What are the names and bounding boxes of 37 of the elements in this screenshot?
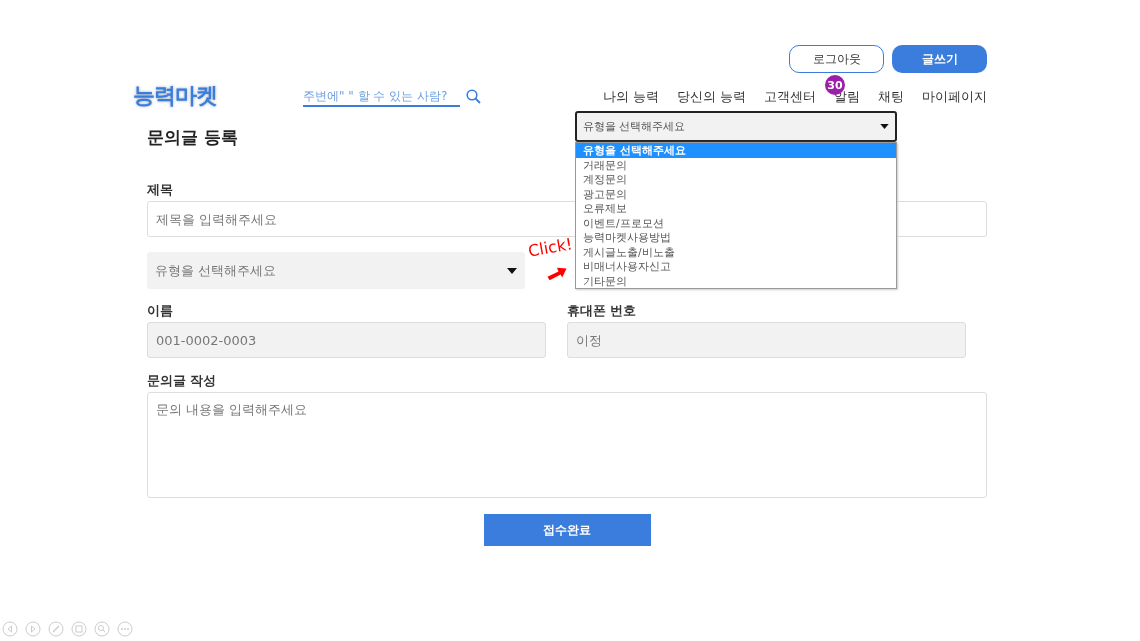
nav-link[interactable]: 마이페이지	[922, 89, 987, 104]
nav-link[interactable]: 나의 능력	[603, 89, 659, 104]
next-icon[interactable]	[25, 621, 41, 637]
caret-icon	[880, 124, 889, 129]
search-field[interactable]: 주변에" " 할 수 있는 사람?	[303, 85, 460, 107]
zoom-icon[interactable]	[94, 621, 110, 637]
field-label: 휴대폰 번호	[567, 304, 637, 318]
name-field[interactable]: 001-0002-0003	[147, 322, 546, 358]
logo[interactable]: 능력마켓	[133, 81, 233, 111]
type-select[interactable]: 유형을 선택해주세요	[575, 111, 897, 142]
content-field[interactable]: 문의 내용을 입력해주세요	[147, 392, 987, 498]
logout-button[interactable]: 로그아웃	[789, 45, 884, 73]
dropdown-option[interactable]: 거래문의	[576, 157, 896, 172]
field-label: 문의글 작성	[147, 374, 217, 388]
slides-icon[interactable]	[71, 621, 87, 637]
dropdown-option[interactable]: 계정문의	[576, 172, 896, 187]
category-select[interactable]: 유형을 선택해주세요	[147, 252, 525, 289]
pen-icon[interactable]	[48, 621, 64, 637]
nav-link[interactable]: 당신의 능력	[677, 89, 746, 104]
dropdown-option[interactable]: 이벤트/프로모션	[576, 215, 896, 230]
dropdown-option[interactable]: 기타문의	[576, 273, 896, 288]
field-label: 이름	[147, 304, 173, 318]
more-icon[interactable]	[117, 621, 133, 637]
annotation-text: Click!	[526, 234, 574, 261]
search-icon[interactable]	[466, 88, 481, 104]
nav-link[interactable]: 고객센터	[764, 89, 816, 104]
nav-link[interactable]: 채팅	[878, 89, 904, 104]
write-button[interactable]: 글쓰기	[892, 45, 987, 73]
dropdown-option[interactable]: 비매너사용자신고	[576, 259, 896, 274]
caret-icon	[507, 267, 517, 274]
dropdown-option[interactable]: 광고문의	[576, 186, 896, 201]
submit-button[interactable]: 접수완료	[483, 514, 651, 546]
phone-field[interactable]: 이정	[567, 322, 966, 358]
field-label: 제목	[147, 183, 173, 197]
dropdown-option[interactable]: 게시글노출/비노출	[576, 244, 896, 259]
dropdown-option[interactable]: 오류제보	[576, 201, 896, 216]
previous-icon[interactable]	[2, 621, 18, 637]
